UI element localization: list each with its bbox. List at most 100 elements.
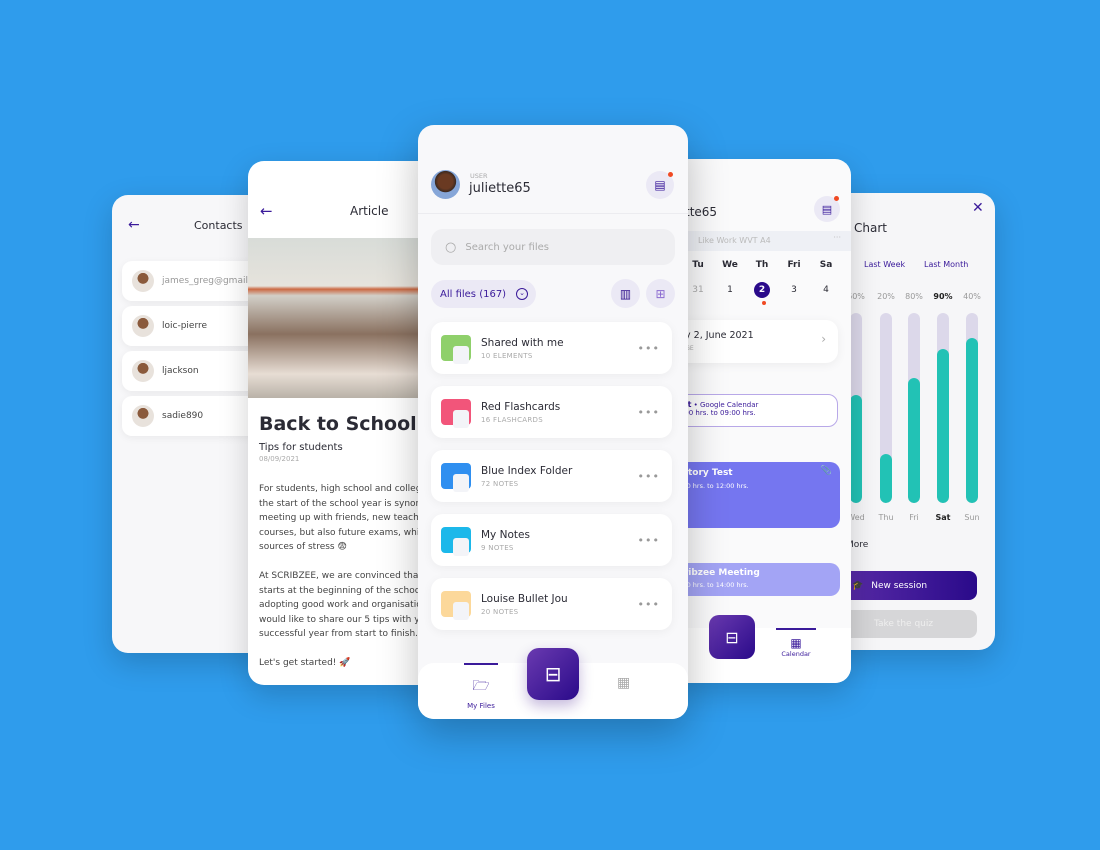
folder-icon <box>441 399 471 428</box>
bar-fill <box>851 394 862 503</box>
stats-button[interactable]: ▥ <box>611 279 640 308</box>
bar-label: 60% <box>851 292 865 301</box>
bar-label: 40% <box>963 292 981 301</box>
file-item[interactable]: Louise Bullet Jou 20 NOTES ••• <box>431 578 672 630</box>
all-files-filter[interactable]: All files (167) ⌄ <box>431 280 536 308</box>
nav-my-files[interactable]: 🗁 My Files <box>464 663 498 710</box>
file-meta: 9 NOTES <box>481 543 514 552</box>
folder-icon <box>441 335 471 364</box>
search-icon: ○ <box>445 239 457 255</box>
notification-dot <box>668 172 673 177</box>
file-meta: 20 NOTES <box>481 607 519 616</box>
chevron-down-icon: ⌄ <box>516 288 529 300</box>
bar-fri <box>908 313 920 503</box>
folder-icon <box>441 463 471 492</box>
avatar <box>132 315 154 337</box>
calendar-icon: ▦ <box>617 675 631 691</box>
file-item[interactable]: Red Flashcards 16 FLASHCARDS ••• <box>431 386 672 438</box>
file-meta: 10 ELEMENTS <box>481 351 533 360</box>
file-item[interactable]: Blue Index Folder 72 NOTES ••• <box>431 450 672 502</box>
day-label: Sun <box>964 513 980 522</box>
date-cell[interactable]: 3 <box>778 285 810 298</box>
article-photo <box>248 238 438 398</box>
event-scribzee-meeting[interactable]: Scribzee Meeting 13:00 hrs. to 14:00 hrs. <box>672 563 840 596</box>
divider <box>418 213 688 214</box>
notifications-button[interactable]: ▤ <box>814 196 840 222</box>
file-name: Shared with me <box>481 336 564 349</box>
notifications-button[interactable]: ▤ <box>646 171 674 199</box>
day-label: Sat <box>935 513 951 522</box>
scan-button[interactable]: ⊟ <box>527 648 579 700</box>
date-cell[interactable]: 1 <box>714 285 746 298</box>
more-options-icon[interactable]: ••• <box>638 342 660 355</box>
bottom-nav <box>672 628 851 683</box>
calendar-screen: juliette65 ▤ Like Work WVT A4··· TuWeThF… <box>672 159 851 683</box>
bar-sat <box>937 313 949 503</box>
contacts-title: Contacts <box>194 219 243 232</box>
avatar <box>132 405 154 427</box>
notebook-bar[interactable]: Like Work WVT A4 ··· <box>672 231 851 251</box>
event-dot <box>762 301 766 305</box>
bar-fill <box>908 377 920 503</box>
paperclip-icon: 📎 <box>820 466 832 476</box>
chevron-right-icon: › <box>821 332 826 346</box>
article-date: 08/09/2021 <box>259 455 300 463</box>
bar-fill <box>937 349 949 503</box>
back-arrow-icon[interactable]: ← <box>260 202 273 220</box>
nav-calendar[interactable]: ▦ Calendar <box>776 628 816 658</box>
date-cell-selected[interactable]: 2 <box>746 282 778 298</box>
date-row: 31 1 2 3 4 <box>682 282 851 298</box>
article-subtitle: Tips for students <box>259 442 343 453</box>
folder-icon <box>441 527 471 556</box>
article-screen-title: Article <box>350 204 389 218</box>
article-body: For students, high school and college st… <box>259 484 438 668</box>
file-meta: 16 FLASHCARDS <box>481 415 543 424</box>
folder-icon <box>441 591 471 620</box>
event-history-test[interactable]: History Test 10:00 hrs. to 12:00 hrs. 📎 <box>672 462 840 528</box>
inbox-icon: ▤ <box>654 178 666 192</box>
more-options-icon[interactable]: ••• <box>638 470 660 483</box>
bar-fill <box>966 337 978 503</box>
article-screen: ← Article Back to School tips Tips for s… <box>248 161 438 685</box>
event-google[interactable]: Test • Google Calendar08:00 hrs. to 09:0… <box>672 394 838 427</box>
back-arrow-icon[interactable]: ← <box>128 217 140 233</box>
file-item[interactable]: My Notes 9 NOTES ••• <box>431 514 672 566</box>
bar-chart-icon: ▥ <box>619 286 632 301</box>
file-name: Blue Index Folder <box>481 464 573 477</box>
day-label: Wed <box>851 513 865 522</box>
date-card[interactable]: Tuesday 2, June 2021 PAGE › <box>672 320 838 363</box>
more-options-icon[interactable]: ••• <box>638 406 660 419</box>
username: juliette65 <box>469 181 531 196</box>
folder-open-icon: 🗁 <box>472 678 490 694</box>
scan-button[interactable]: ⊟ <box>709 615 755 659</box>
bar-thu <box>880 313 892 503</box>
day-label: Fri <box>909 513 919 522</box>
file-name: Louise Bullet Jou <box>481 592 568 605</box>
avatar <box>132 270 154 292</box>
bar-label: 20% <box>877 292 895 301</box>
file-item[interactable]: Shared with me 10 ELEMENTS ••• <box>431 322 672 374</box>
bar-wed <box>851 313 862 503</box>
user-label: USER <box>470 172 488 180</box>
nav-calendar[interactable]: ▦ <box>617 675 630 691</box>
avatar[interactable] <box>431 170 460 199</box>
scan-icon: ⊟ <box>725 627 739 647</box>
folder-plus-icon: ⊞ <box>655 286 666 301</box>
avatar <box>132 360 154 382</box>
file-name: Red Flashcards <box>481 400 561 413</box>
more-options-icon[interactable]: ••• <box>638 598 660 611</box>
file-meta: 72 NOTES <box>481 479 519 488</box>
my-files-screen: USER juliette65 ▤ ○ Search your files All… <box>418 125 688 719</box>
day-label: Thu <box>878 513 894 522</box>
file-name: My Notes <box>481 528 530 541</box>
date-cell[interactable]: 4 <box>810 285 842 298</box>
article-headline: Back to School tips <box>259 413 438 435</box>
more-options-icon[interactable]: ••• <box>638 534 660 547</box>
calendar-icon: ▦ <box>790 636 802 650</box>
bar-label: 90% <box>933 292 953 301</box>
weekday-row: Tu We Th Fri Sa <box>692 260 833 270</box>
new-folder-button[interactable]: ⊞ <box>646 279 675 308</box>
bar-fill <box>880 453 892 503</box>
scan-icon: ⊟ <box>544 662 562 686</box>
search-input[interactable]: ○ Search your files <box>431 229 675 265</box>
